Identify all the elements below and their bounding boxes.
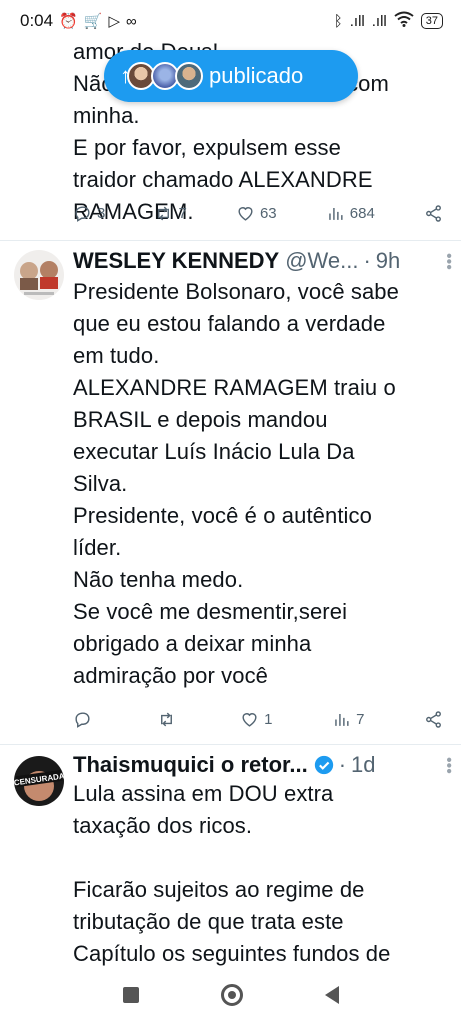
author-handle[interactable]: @We... [285,248,358,274]
retweet-button[interactable]: 7 [154,204,187,223]
reply-button[interactable]: 3 [73,204,105,223]
recents-button[interactable] [122,987,139,1003]
alarm-icon: ⏰ [59,13,78,30]
like-button[interactable]: 1 [240,710,273,729]
reply-icon [75,206,90,222]
separator-dot: · [338,752,347,777]
clock: 0:04 [20,11,54,30]
pill-label: publicado [209,63,304,88]
heart-icon [242,713,257,727]
reply-button[interactable] [73,710,97,729]
tweet-actions: 3 7 63 684 [73,204,443,223]
views-icon [335,713,349,726]
avatar[interactable]: CENSURADA [14,756,64,806]
share-button[interactable] [424,204,443,223]
new-posts-pill[interactable]: ↑ publicado [104,50,358,102]
tweet-actions: 1 7 [73,710,443,729]
avatar[interactable] [14,250,64,300]
heart-icon [238,207,253,221]
tweet-text: Lula assina em DOU extra taxação dos ric… [73,781,391,966]
avatar-mini [175,62,203,90]
retweet-icon [158,206,170,221]
system-nav-bar [0,966,461,1024]
voicemail-icon: ∞ [126,12,137,30]
views-button[interactable]: 684 [326,204,375,223]
timestamp[interactable]: 9h [376,248,400,274]
views-icon [329,207,343,220]
bluetooth-icon: ᛒ [333,12,343,30]
retweet-button[interactable] [157,710,181,729]
views-button[interactable]: 7 [332,710,364,729]
home-button[interactable] [220,984,243,1006]
author-name[interactable]: WESLEY KENNEDY [73,248,279,274]
retweet-icon [160,712,172,727]
battery-icon: 37 [420,13,443,29]
verified-badge-icon [314,755,333,775]
play-store-icon: ▷ [108,13,121,30]
share-icon [426,711,441,728]
timestamp[interactable]: 1d [351,752,375,778]
share-icon [426,205,441,222]
tweet-text: Presidente Bolsonaro, você sabe que eu e… [73,279,399,688]
wifi-icon [394,11,414,31]
tweet-header: Thaismuquici o retor... · 1d ••• [73,748,457,782]
like-button[interactable]: 63 [236,204,277,223]
author-name[interactable]: Thaismuquici o retor... [73,752,308,778]
divider [0,744,461,745]
more-options-icon[interactable]: ••• [440,757,457,774]
reply-icon [75,712,90,728]
divider [0,240,461,241]
more-options-icon[interactable]: ••• [440,253,457,270]
share-button[interactable] [424,710,443,729]
separator-dot: · [363,248,371,273]
signal-icon: .ıll [349,12,365,30]
cart-icon: 🛒 [83,13,103,30]
signal-icon-2: .ıll [371,12,387,30]
tweet-header: WESLEY KENNEDY @We... · 9h ••• [73,244,457,278]
back-button[interactable] [324,986,339,1004]
